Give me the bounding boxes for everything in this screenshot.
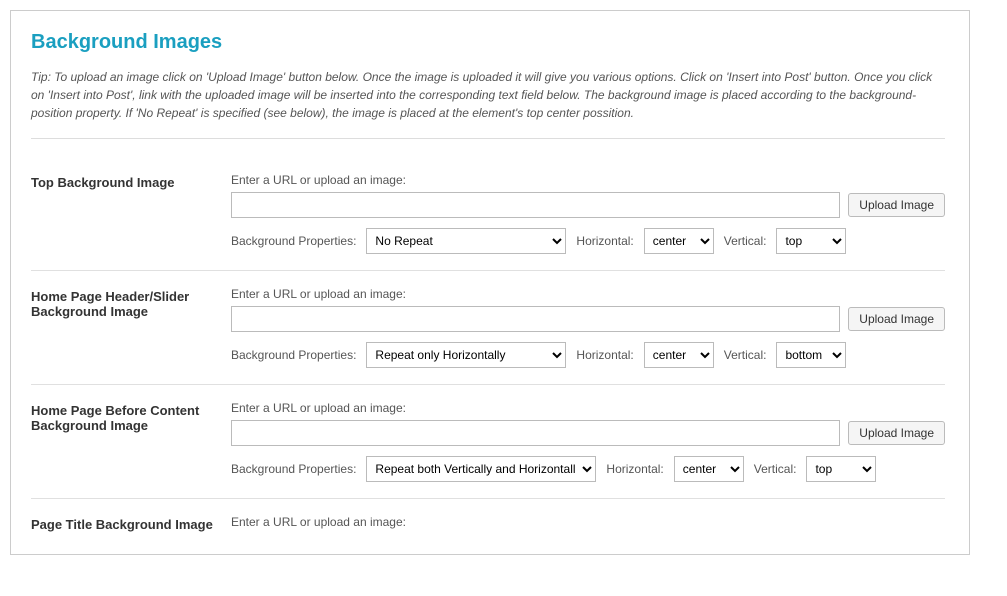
partial-field-label: Enter a URL or upload an image: [231,515,945,529]
field-label-top: Enter a URL or upload an image: [231,173,945,187]
horizontal-select-home-header[interactable]: center left right [644,342,714,368]
section-home-before-content: Home Page Before Content Background Imag… [31,385,945,499]
vertical-select-home-before[interactable]: top center bottom [806,456,876,482]
partial-section: Page Title Background Image Enter a URL … [31,499,945,534]
section-home-header: Home Page Header/Slider Background Image… [31,271,945,385]
partial-section-label: Page Title Background Image [31,515,231,534]
bg-props-select-home-before[interactable]: No Repeat Repeat only Horizontally Repea… [366,456,596,482]
field-label-home-header: Enter a URL or upload an image: [231,287,945,301]
url-row-home-header: Upload Image [231,306,945,332]
url-row-top: Upload Image [231,192,945,218]
section-label-home-header: Home Page Header/Slider Background Image [31,287,231,368]
horizontal-select-top[interactable]: center left right [644,228,714,254]
url-row-home-before: Upload Image [231,420,945,446]
main-container: Background Images Tip: To upload an imag… [10,10,970,555]
props-row-home-header: Background Properties: No Repeat Repeat … [231,342,945,368]
bg-props-select-home-header[interactable]: No Repeat Repeat only Horizontally Repea… [366,342,566,368]
props-row-top: Background Properties: No Repeat Repeat … [231,228,945,254]
url-input-home-header[interactable] [231,306,840,332]
section-content-home-header: Enter a URL or upload an image: Upload I… [231,287,945,368]
vertical-select-top[interactable]: top center bottom [776,228,846,254]
section-label-home-before: Home Page Before Content Background Imag… [31,401,231,482]
section-top-background: Top Background Image Enter a URL or uplo… [31,157,945,271]
bg-props-select-top[interactable]: No Repeat Repeat only Horizontally Repea… [366,228,566,254]
props-label-home-before: Background Properties: [231,462,356,476]
partial-section-content: Enter a URL or upload an image: [231,515,945,534]
props-label-home-header: Background Properties: [231,348,356,362]
horizontal-select-home-before[interactable]: center left right [674,456,744,482]
vertical-label-top: Vertical: [724,234,767,248]
props-label-top: Background Properties: [231,234,356,248]
upload-btn-home-header[interactable]: Upload Image [848,307,945,331]
horizontal-label-home-header: Horizontal: [576,348,633,362]
url-input-home-before[interactable] [231,420,840,446]
section-label-top: Top Background Image [31,173,231,254]
field-label-home-before: Enter a URL or upload an image: [231,401,945,415]
upload-btn-home-before[interactable]: Upload Image [848,421,945,445]
section-content-top: Enter a URL or upload an image: Upload I… [231,173,945,254]
horizontal-label-top: Horizontal: [576,234,633,248]
horizontal-label-home-before: Horizontal: [606,462,663,476]
tip-text: Tip: To upload an image click on 'Upload… [31,68,945,139]
vertical-label-home-before: Vertical: [754,462,797,476]
vertical-label-home-header: Vertical: [724,348,767,362]
url-input-top[interactable] [231,192,840,218]
vertical-select-home-header[interactable]: top center bottom [776,342,846,368]
page-title: Background Images [31,31,945,54]
section-content-home-before: Enter a URL or upload an image: Upload I… [231,401,945,482]
props-row-home-before: Background Properties: No Repeat Repeat … [231,456,945,482]
upload-btn-top[interactable]: Upload Image [848,193,945,217]
